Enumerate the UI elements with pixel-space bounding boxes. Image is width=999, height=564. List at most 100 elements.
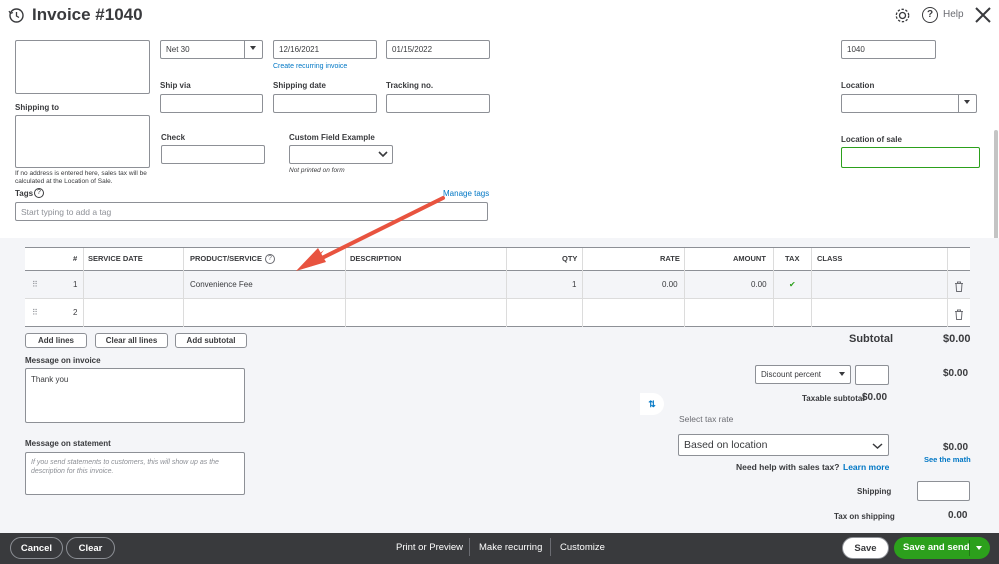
due-date-value: 01/15/2022 — [392, 45, 433, 54]
check-field[interactable] — [161, 145, 265, 164]
message-invoice-value: Thank you — [31, 375, 69, 384]
select-tax-rate-label: Select tax rate — [679, 414, 734, 424]
save-and-send-label: Save and send — [903, 542, 970, 553]
header-tax: TAX — [785, 254, 800, 263]
invoice-date-field[interactable]: 12/16/2021 — [273, 40, 377, 59]
help-label[interactable]: Help — [943, 9, 964, 20]
due-date-field[interactable]: 01/15/2022 — [386, 40, 490, 59]
clear-all-lines-button[interactable]: Clear all lines — [95, 333, 168, 348]
shipping-label: Shipping — [857, 487, 892, 496]
taxable-subtotal-value: $0.00 — [862, 392, 888, 403]
header-qty: QTY — [562, 254, 578, 263]
row-product[interactable]: Convenience Fee — [190, 280, 253, 289]
message-invoice-field[interactable]: Thank you — [25, 368, 245, 423]
customize-link[interactable]: Customize — [560, 542, 605, 553]
shipping-date-field[interactable] — [273, 94, 377, 113]
subtotal-label: Subtotal — [849, 333, 893, 345]
header-rate: RATE — [660, 254, 680, 263]
chevron-down-icon[interactable] — [976, 546, 982, 550]
invoice-date-value: 12/16/2021 — [279, 45, 320, 54]
discount-type-value: Discount percent — [761, 370, 822, 379]
message-statement-field[interactable]: If you send statements to customers, thi… — [25, 452, 245, 495]
shipping-address-field[interactable] — [15, 115, 150, 168]
see-math-link[interactable]: See the math — [924, 455, 971, 464]
terms-select[interactable]: Net 30 — [160, 40, 263, 59]
trash-icon[interactable] — [954, 307, 964, 325]
clear-button[interactable]: Clear — [66, 537, 115, 559]
tax-rate-select[interactable]: Based on location — [678, 434, 889, 456]
address-note: If no address is entered here, sales tax… — [15, 170, 147, 185]
annotation-arrow — [290, 192, 450, 272]
location-of-sale-label: Location of sale — [841, 135, 902, 144]
add-subtotal-button[interactable]: Add subtotal — [175, 333, 247, 348]
swap-icon[interactable]: ⇅ — [640, 393, 664, 415]
shipping-to-label: Shipping to — [15, 103, 59, 112]
location-of-sale-field[interactable] — [841, 147, 980, 168]
tracking-label: Tracking no. — [386, 81, 434, 90]
tax-on-shipping-label: Tax on shipping — [834, 512, 895, 521]
message-invoice-label: Message on invoice — [25, 356, 101, 365]
tax-rate-value: Based on location — [684, 439, 768, 451]
help-icon[interactable]: ? — [922, 7, 938, 23]
cancel-button[interactable]: Cancel — [10, 537, 63, 559]
billing-address-field[interactable] — [15, 40, 150, 94]
taxable-subtotal-label: Taxable subtotal — [802, 394, 865, 403]
save-and-send-button[interactable]: Save and send — [894, 537, 990, 559]
chevron-down-icon — [378, 150, 388, 160]
history-icon[interactable] — [8, 7, 25, 24]
tax-check-icon[interactable]: ✔ — [789, 280, 796, 289]
tracking-field[interactable] — [386, 94, 490, 113]
custom-field-select[interactable] — [289, 145, 393, 164]
create-recurring-link[interactable]: Create recurring invoice — [273, 63, 347, 70]
info-icon[interactable]: ? — [34, 188, 44, 198]
header-service-date: SERVICE DATE — [88, 254, 143, 263]
close-icon[interactable] — [974, 6, 992, 24]
not-printed-note: Not printed on form — [289, 167, 345, 174]
print-preview-link[interactable]: Print or Preview — [396, 542, 463, 553]
header-amount: AMOUNT — [733, 254, 766, 263]
need-help-text: Need help with sales tax? — [736, 462, 840, 472]
learn-more-link[interactable]: Learn more — [843, 462, 889, 472]
line-items-table: # SERVICE DATE PRODUCT/SERVICE ? DESCRIP… — [25, 247, 970, 327]
discount-amount: $0.00 — [943, 368, 969, 379]
discount-value-field[interactable] — [855, 365, 889, 385]
discount-type-select[interactable]: Discount percent — [755, 365, 851, 384]
tax-on-shipping-value: 0.00 — [948, 510, 968, 521]
terms-value: Net 30 — [166, 45, 190, 54]
chevron-down-icon — [250, 46, 256, 50]
row-num: 1 — [73, 280, 78, 289]
drag-handle-icon[interactable]: ⠿ — [32, 308, 38, 317]
tags-placeholder: Start typing to add a tag — [21, 206, 112, 217]
row-amount[interactable]: 0.00 — [751, 280, 767, 289]
row-num: 2 — [73, 308, 78, 317]
ship-via-field[interactable] — [160, 94, 263, 113]
row-qty[interactable]: 1 — [572, 280, 576, 289]
add-lines-button[interactable]: Add lines — [25, 333, 87, 348]
invoice-no-value: 1040 — [847, 45, 865, 54]
message-statement-label: Message on statement — [25, 439, 111, 448]
shipping-field[interactable] — [917, 481, 970, 501]
drag-handle-icon[interactable]: ⠿ — [32, 280, 38, 289]
chevron-down-icon — [964, 100, 970, 104]
tags-label: Tags — [15, 189, 34, 198]
table-row[interactable] — [25, 271, 970, 299]
page-title: Invoice #1040 — [32, 5, 143, 24]
location-select[interactable] — [841, 94, 977, 113]
header-num: # — [73, 254, 78, 263]
location-label: Location — [841, 81, 875, 90]
message-statement-placeholder: If you send statements to customers, thi… — [31, 459, 219, 475]
chevron-down-icon — [872, 441, 883, 453]
chevron-down-icon — [839, 372, 845, 376]
scrollbar[interactable] — [994, 130, 998, 240]
custom-field-label: Custom Field Example — [289, 133, 375, 142]
row-rate[interactable]: 0.00 — [662, 280, 678, 289]
check-label: Check — [161, 133, 186, 142]
info-icon[interactable]: ? — [265, 254, 275, 264]
table-row[interactable] — [25, 299, 970, 327]
make-recurring-link[interactable]: Make recurring — [479, 542, 542, 553]
shipping-date-label: Shipping date — [273, 81, 326, 90]
gear-icon[interactable] — [894, 7, 911, 24]
trash-icon[interactable] — [954, 279, 964, 297]
invoice-no-field[interactable]: 1040 — [841, 40, 936, 59]
save-button[interactable]: Save — [842, 537, 889, 559]
